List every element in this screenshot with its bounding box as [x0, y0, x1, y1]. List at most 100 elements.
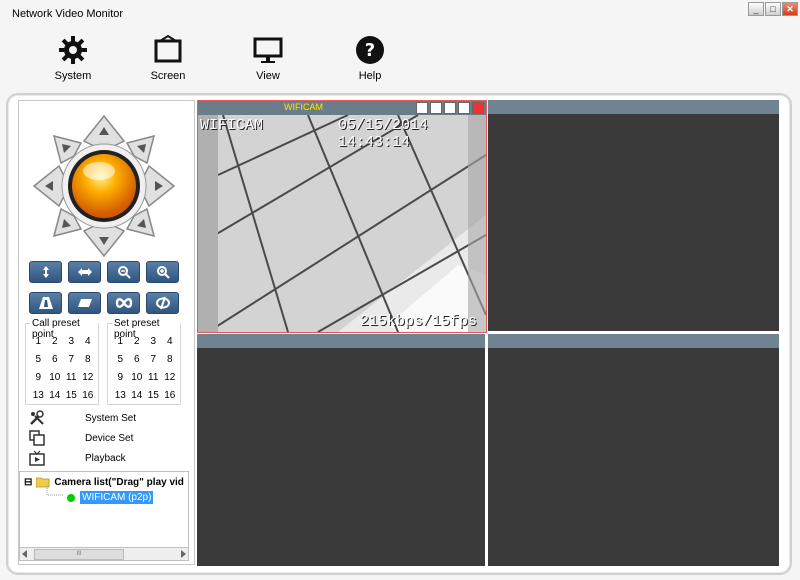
osd-camera-name: WIFICAM: [200, 117, 264, 134]
tree-camera-item[interactable]: WIFICAM (p2p): [66, 491, 154, 504]
call-preset-12[interactable]: 12: [80, 372, 97, 383]
set-preset-16[interactable]: 16: [162, 390, 179, 401]
call-preset-9[interactable]: 9: [30, 372, 47, 383]
window-controls: _ □ ✕: [748, 2, 798, 16]
tree-horizontal-scrollbar[interactable]: III: [20, 547, 188, 560]
view-button[interactable]: View: [233, 34, 303, 82]
set-preset-11[interactable]: 11: [145, 372, 162, 383]
tv-icon: [29, 450, 45, 466]
zoom-in-button[interactable]: [146, 261, 179, 283]
close-camera-icon[interactable]: [472, 102, 484, 114]
device-set-label: Device Set: [85, 432, 134, 444]
close-icon[interactable]: ✕: [782, 2, 798, 16]
system-set-item[interactable]: System Set: [29, 409, 179, 427]
call-preset-grid: 1 2 3 4 5 6 7 8 9 10 11 12 13 14 15 16: [30, 336, 96, 401]
title-bar: Network Video Monitor _ □ ✕: [0, 0, 800, 22]
set-preset-4[interactable]: 4: [162, 336, 179, 347]
audio-icon[interactable]: [416, 102, 428, 114]
help-button[interactable]: ? Help: [335, 34, 405, 82]
scroll-thumb[interactable]: III: [34, 549, 124, 560]
set-preset-12[interactable]: 12: [162, 372, 179, 383]
call-preset-3[interactable]: 3: [63, 336, 80, 347]
call-preset-11[interactable]: 11: [63, 372, 80, 383]
video-cell-3[interactable]: [197, 334, 485, 566]
stop-cruise-button[interactable]: [146, 292, 179, 314]
video-cell-2[interactable]: [488, 100, 779, 331]
playback-label: Playback: [85, 452, 126, 464]
tree-root-label: Camera list("Drag" play vid: [54, 477, 184, 488]
call-preset-1[interactable]: 1: [30, 336, 47, 347]
ptz-direction-pad[interactable]: [29, 111, 179, 261]
focus-near-button[interactable]: [68, 292, 101, 314]
device-icon: [29, 430, 45, 446]
call-preset-15[interactable]: 15: [63, 390, 80, 401]
system-button[interactable]: System: [38, 34, 108, 82]
vertical-flip-button[interactable]: [29, 261, 62, 283]
camera-online-icon: [67, 493, 75, 502]
device-set-item[interactable]: Device Set: [29, 429, 179, 447]
minimize-icon[interactable]: _: [748, 2, 764, 16]
camera-actions: [416, 102, 484, 114]
camera-item-label: WIFICAM (p2p): [80, 491, 154, 504]
call-preset-7[interactable]: 7: [63, 354, 80, 365]
monitor-icon: [253, 37, 283, 63]
control-panel: Call preset point 1 2 3 4 5 6 7 8 9 10 11 12 13 14 15 1…: [18, 100, 195, 565]
call-preset-13[interactable]: 13: [30, 390, 47, 401]
gear-icon: [59, 36, 87, 64]
set-preset-1[interactable]: 1: [112, 336, 129, 347]
set-preset-14[interactable]: 14: [129, 390, 146, 401]
set-preset-13[interactable]: 13: [112, 390, 129, 401]
record-icon[interactable]: [444, 102, 456, 114]
call-preset-14[interactable]: 14: [47, 390, 64, 401]
road-icon: [38, 297, 53, 309]
set-preset-2[interactable]: 2: [129, 336, 146, 347]
window-title: Network Video Monitor: [12, 8, 124, 20]
call-preset-5[interactable]: 5: [30, 354, 47, 365]
camera-feed: WIFICAM 05/15/2014 14:43:14 215kbps/15fp…: [198, 115, 486, 332]
collapse-icon[interactable]: ⊟: [24, 477, 32, 488]
set-preset-5[interactable]: 5: [112, 354, 129, 365]
set-preset-8[interactable]: 8: [162, 354, 179, 365]
set-preset-6[interactable]: 6: [129, 354, 146, 365]
main-toolbar: System Screen View ? Help: [0, 30, 800, 90]
tools-icon: [30, 410, 44, 425]
set-preset-3[interactable]: 3: [145, 336, 162, 347]
horizontal-flip-button[interactable]: [68, 261, 101, 283]
phi-icon: [155, 296, 170, 310]
system-label: System: [54, 70, 92, 82]
scroll-left-icon[interactable]: [22, 550, 28, 558]
call-preset-6[interactable]: 6: [47, 354, 64, 365]
cruise-button[interactable]: [107, 292, 140, 314]
call-preset-2[interactable]: 2: [47, 336, 64, 347]
osd-datetime: 05/15/2014 14:43:14: [338, 117, 429, 151]
call-preset-8[interactable]: 8: [80, 354, 97, 365]
set-preset-10[interactable]: 10: [129, 372, 146, 383]
camera-tree[interactable]: ⊟ Camera list("Drag" play vid WIFICAM (p…: [19, 471, 189, 561]
call-preset-group: Call preset point 1 2 3 4 5 6 7 8 9 10 11 12 13 14 15 1…: [25, 318, 99, 405]
osd-bitrate: 215kbps/15fps: [360, 313, 478, 330]
snapshot-icon[interactable]: [458, 102, 470, 114]
scroll-right-icon[interactable]: [180, 550, 186, 558]
video-cell-2-header: [488, 100, 779, 114]
focus-far-button[interactable]: [29, 292, 62, 314]
set-preset-9[interactable]: 9: [112, 372, 129, 383]
system-set-label: System Set: [85, 412, 137, 424]
maximize-icon[interactable]: □: [765, 2, 781, 16]
view-label: View: [256, 70, 280, 82]
video-cell-1[interactable]: WIFICAM WIFICAM 05/15/2014 14:43:14 215k…: [197, 100, 487, 333]
set-preset-15[interactable]: 15: [145, 390, 162, 401]
call-preset-16[interactable]: 16: [80, 390, 97, 401]
call-preset-4[interactable]: 4: [80, 336, 97, 347]
video-cell-4[interactable]: [488, 334, 779, 566]
screen-button[interactable]: Screen: [133, 34, 203, 82]
set-preset-7[interactable]: 7: [145, 354, 162, 365]
video-cell-4-header: [488, 334, 779, 348]
call-preset-10[interactable]: 10: [47, 372, 64, 383]
zoom-in-icon: [156, 266, 170, 279]
playback-item[interactable]: Playback: [29, 449, 179, 467]
tree-connector: [46, 486, 64, 496]
talk-icon[interactable]: [430, 102, 442, 114]
video-cell-3-header: [197, 334, 485, 348]
zoom-out-button[interactable]: [107, 261, 140, 283]
zoom-out-icon: [117, 266, 131, 279]
